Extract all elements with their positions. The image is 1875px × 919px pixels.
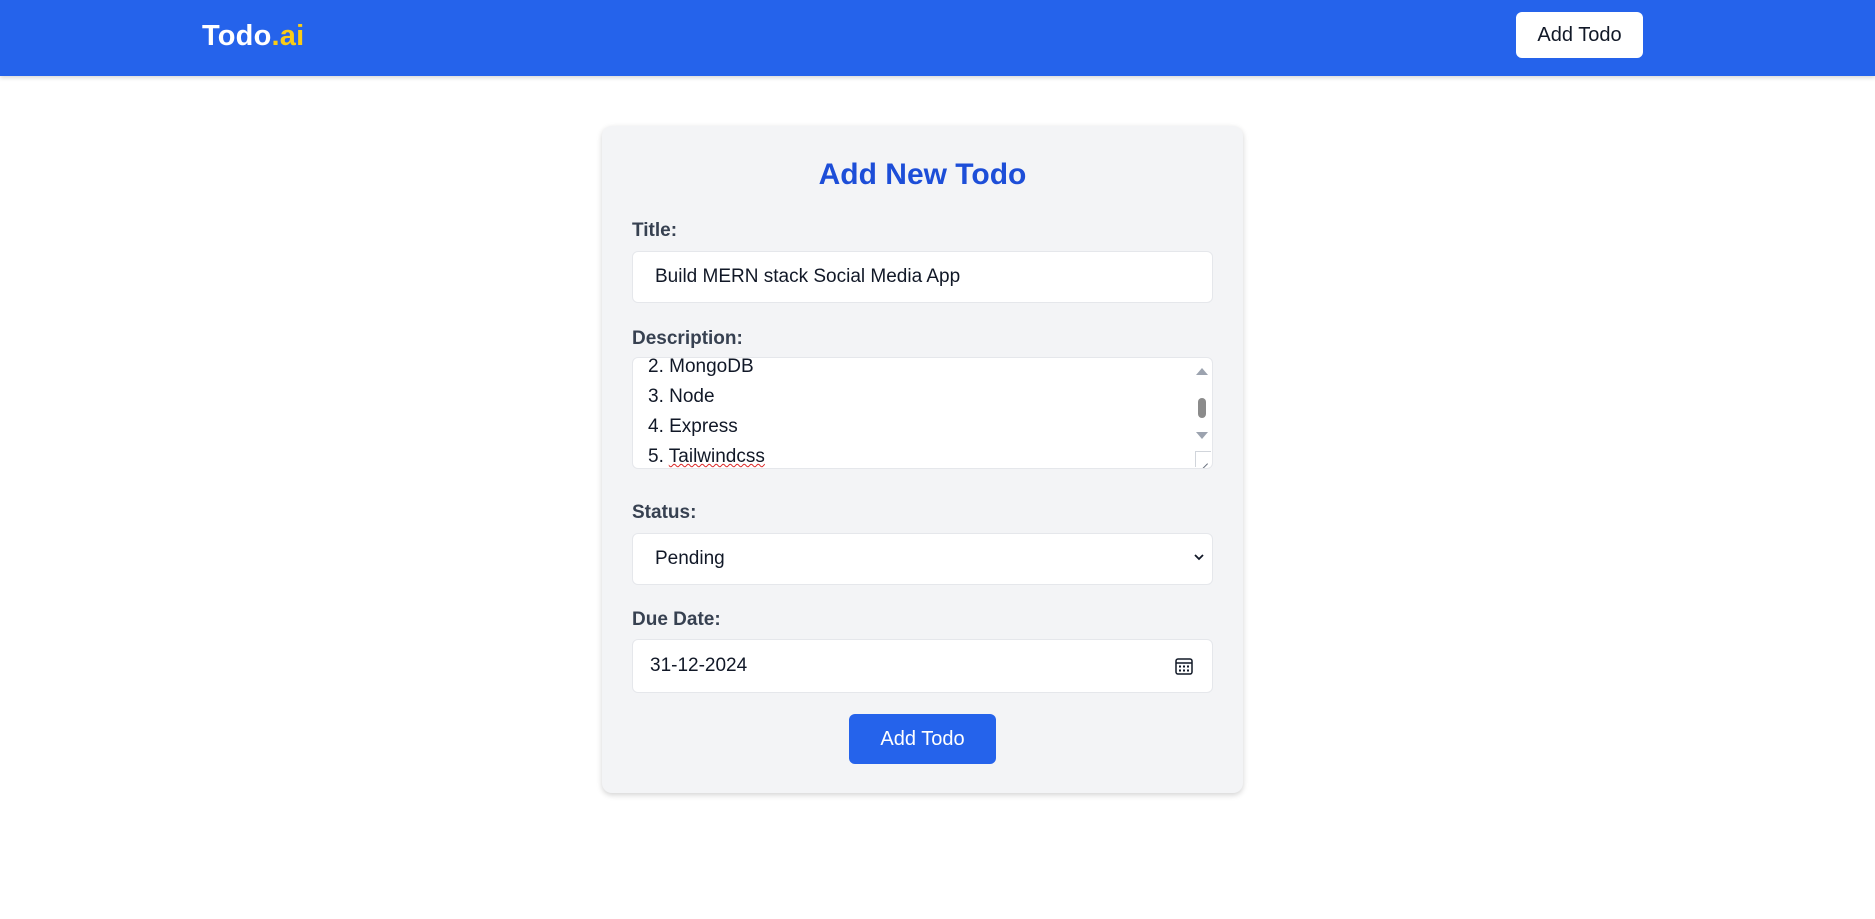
status-select-value: Pending (655, 548, 725, 569)
add-todo-form: Add New Todo Title: Build MERN stack Soc… (602, 126, 1243, 793)
status-label: Status: (632, 502, 697, 523)
due-date-label: Due Date: (632, 609, 721, 630)
title-label: Title: (632, 220, 678, 241)
app-logo[interactable]: Todo.ai (202, 20, 304, 53)
misspelled-word: Tailwindcss (668, 446, 765, 467)
title-input[interactable]: Build MERN stack Social Media App (632, 251, 1213, 303)
calendar-icon[interactable] (1174, 656, 1194, 676)
resize-handle-icon[interactable] (1195, 451, 1211, 467)
scrollbar-thumb[interactable] (1198, 398, 1206, 418)
due-date-input[interactable]: 31-12-2024 (632, 639, 1213, 693)
logo-text: Todo (202, 20, 272, 52)
top-navbar: Todo.ai Add Todo (0, 0, 1875, 76)
submit-add-todo-button[interactable]: Add Todo (849, 714, 996, 764)
description-line: 5. Tailwindcss (648, 446, 765, 467)
due-date-value: 31-12-2024 (650, 655, 748, 676)
description-line: 4. Express (648, 416, 738, 437)
description-line: 2. MongoDB (648, 357, 754, 377)
scroll-up-arrow-icon[interactable] (1196, 368, 1208, 375)
nav-add-todo-button[interactable]: Add Todo (1516, 12, 1643, 58)
scroll-down-arrow-icon[interactable] (1196, 432, 1208, 439)
description-label: Description: (632, 328, 743, 349)
title-input-value: Build MERN stack Social Media App (655, 266, 961, 287)
form-title: Add New Todo (818, 158, 1027, 191)
chevron-down-icon (1194, 554, 1204, 561)
description-scrollbar[interactable] (1194, 362, 1210, 446)
description-textarea[interactable]: 2. MongoDB 3. Node 4. Express 5. Tailwin… (632, 357, 1213, 469)
status-select[interactable]: Pending (632, 533, 1213, 585)
description-line: 3. Node (648, 386, 715, 407)
logo-accent-text: .ai (271, 20, 305, 52)
